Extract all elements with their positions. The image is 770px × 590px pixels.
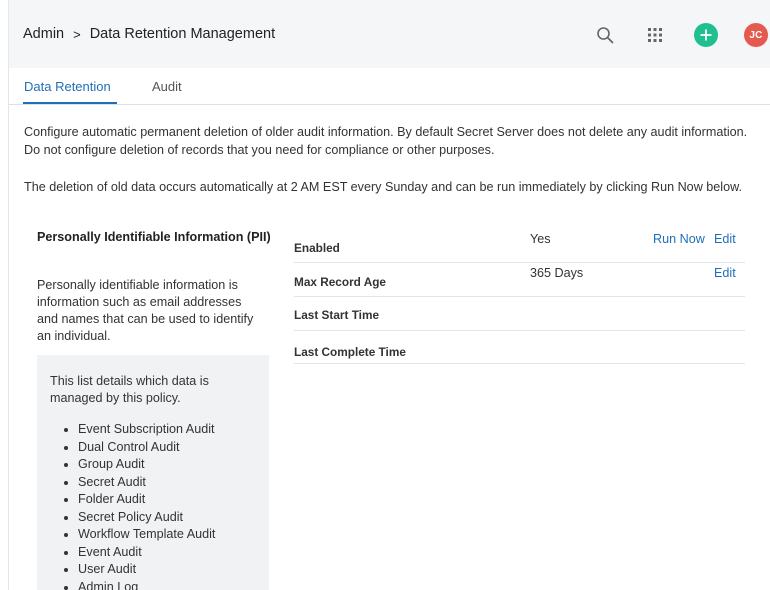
pii-description: Personally identifiable information is i… bbox=[37, 278, 254, 343]
pii-section-title: Personally Identifiable Information (PII… bbox=[37, 230, 271, 244]
breadcrumb: Admin > Data Retention Management bbox=[23, 26, 275, 42]
tab-audit[interactable]: Audit bbox=[152, 79, 182, 94]
edit-max-record-age-button[interactable]: Edit bbox=[714, 266, 736, 280]
active-tab-indicator bbox=[23, 102, 117, 104]
list-item: Group Audit bbox=[78, 456, 257, 474]
list-item: Folder Audit bbox=[78, 491, 257, 509]
policy-data-list: Event Subscription Audit Dual Control Au… bbox=[78, 421, 257, 590]
setting-row-enabled: Enabled Yes Run Now Edit bbox=[294, 229, 745, 263]
list-item: Secret Policy Audit bbox=[78, 509, 257, 527]
tab-bar: Data Retention Audit bbox=[9, 68, 770, 105]
search-icon[interactable] bbox=[594, 24, 616, 46]
user-avatar[interactable]: JC bbox=[744, 23, 768, 47]
setting-value: 365 Days bbox=[530, 266, 584, 280]
policy-intro-text: This list details which data is managed … bbox=[50, 374, 209, 405]
list-item: Event Audit bbox=[78, 544, 257, 562]
intro-text: Configure automatic permanent deletion o… bbox=[24, 125, 748, 157]
run-now-button[interactable]: Run Now bbox=[653, 232, 705, 246]
setting-value: Yes bbox=[530, 232, 551, 246]
setting-label: Enabled bbox=[294, 241, 340, 255]
list-item: Event Subscription Audit bbox=[78, 421, 257, 439]
setting-label: Max Record Age bbox=[294, 275, 386, 289]
top-header: Admin > Data Retention Management JC bbox=[9, 0, 770, 68]
list-item: User Audit bbox=[78, 561, 257, 579]
edit-enabled-button[interactable]: Edit bbox=[714, 232, 736, 246]
setting-label: Last Start Time bbox=[294, 308, 380, 322]
setting-row-last-complete-time: Last Complete Time bbox=[294, 330, 745, 364]
tab-data-retention[interactable]: Data Retention bbox=[24, 79, 111, 94]
setting-row-last-start-time: Last Start Time bbox=[294, 297, 745, 331]
setting-row-max-record-age: Max Record Age 365 Days Edit bbox=[294, 263, 745, 297]
breadcrumb-admin[interactable]: Admin bbox=[23, 26, 64, 42]
apps-grid-icon[interactable] bbox=[644, 24, 666, 46]
add-circle-icon[interactable] bbox=[694, 23, 718, 47]
list-item: Secret Audit bbox=[78, 474, 257, 492]
setting-label: Last Complete Time bbox=[294, 345, 406, 359]
schedule-text: The deletion of old data occurs automati… bbox=[24, 180, 742, 194]
list-item: Dual Control Audit bbox=[78, 439, 257, 457]
list-item: Workflow Template Audit bbox=[78, 526, 257, 544]
breadcrumb-current-page: Data Retention Management bbox=[89, 26, 276, 42]
list-item: Admin Log bbox=[78, 579, 257, 590]
breadcrumb-separator: > bbox=[73, 26, 81, 42]
policy-details-panel: This list details which data is managed … bbox=[37, 355, 269, 590]
